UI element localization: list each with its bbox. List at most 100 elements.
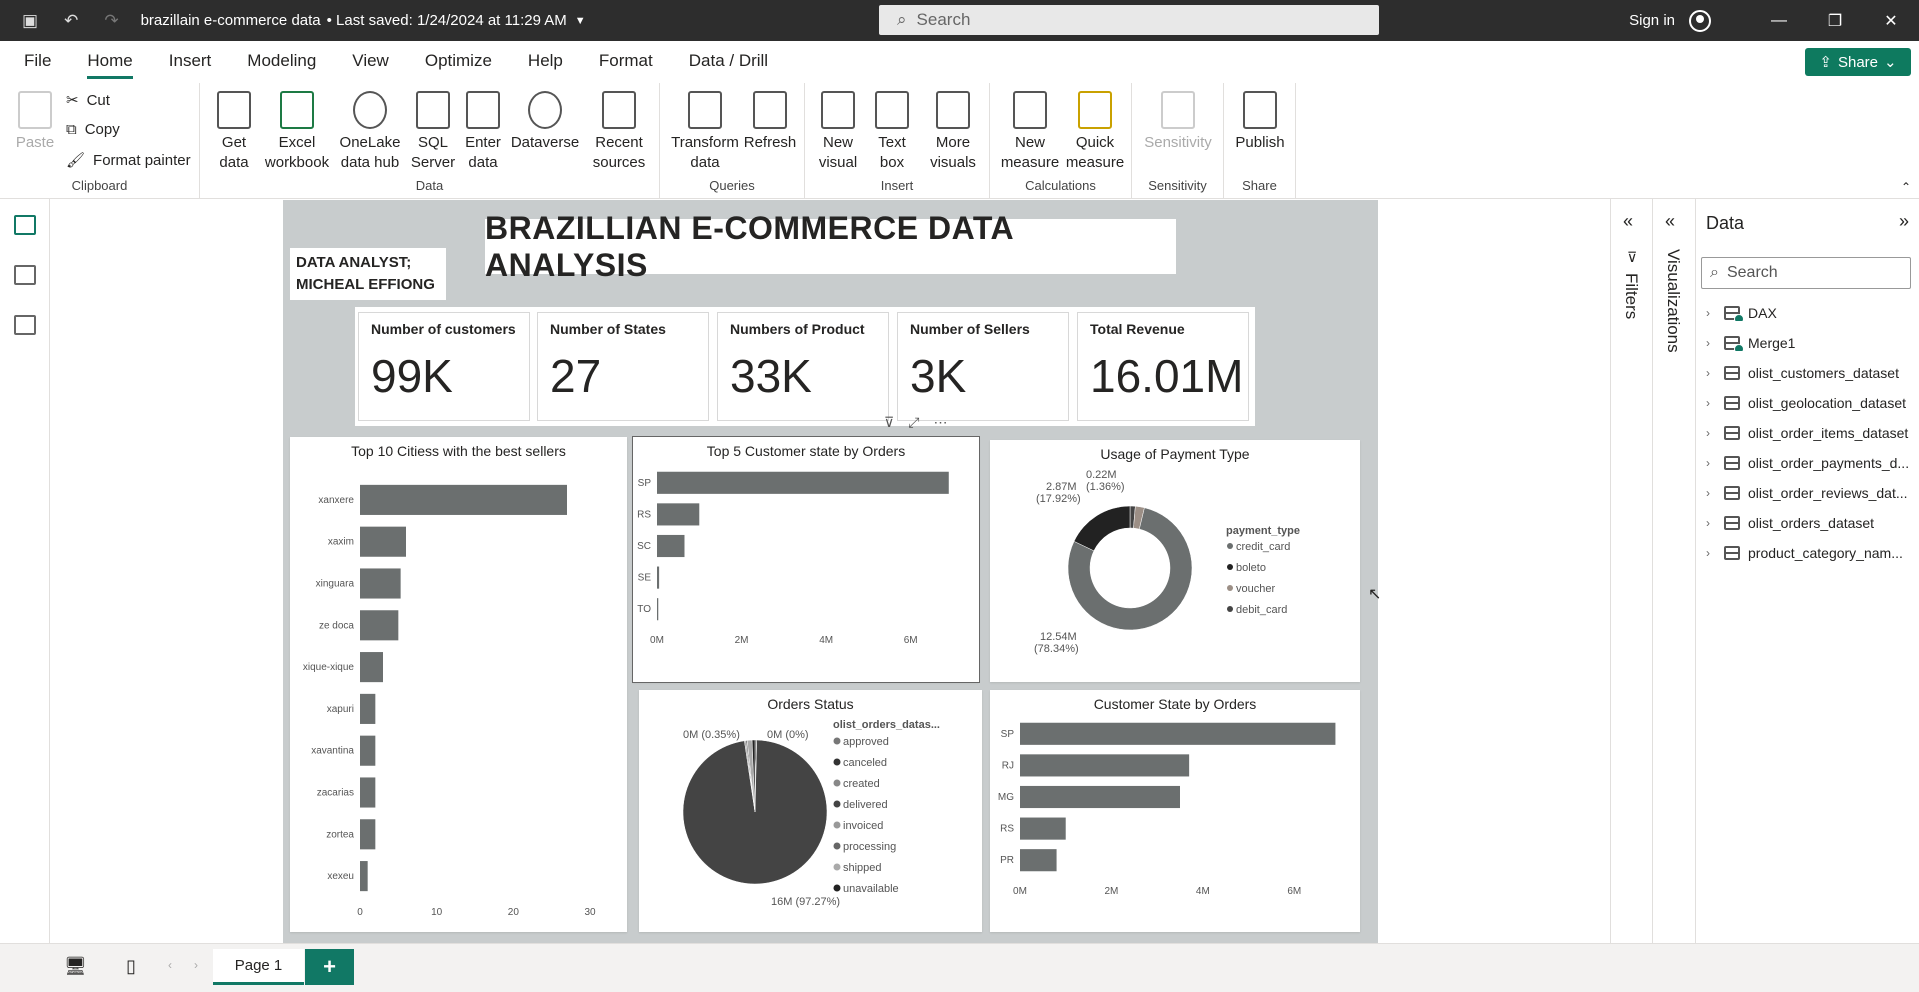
calculator-icon xyxy=(1013,91,1047,129)
category-label: MG xyxy=(998,792,1014,803)
bar xyxy=(360,777,376,808)
format-painter-button[interactable]: 🖌 Format painter xyxy=(66,151,191,170)
chart-svg: payment_type credit_cardboleto voucher debi… xyxy=(1034,469,1300,655)
minimize-icon[interactable]: — xyxy=(1751,12,1807,30)
model-view-icon[interactable] xyxy=(14,315,36,335)
table-view-icon[interactable] xyxy=(14,265,36,285)
mobile-layout-icon[interactable]: ▯ xyxy=(126,956,136,977)
more-visuals-icon xyxy=(936,91,970,129)
sql-icon xyxy=(416,91,450,129)
sensitivity-button[interactable]: Sensitivity xyxy=(1140,91,1216,153)
menu-format[interactable]: Format xyxy=(581,41,671,81)
chart-svg: SP RS SC SE TO 0M 2M 4M 6M xyxy=(637,471,949,646)
prev-page-icon[interactable]: ‹ xyxy=(168,958,172,972)
transform-data-button[interactable]: Transform data xyxy=(670,91,740,173)
kpi-card-states[interactable]: Number of States 27 xyxy=(537,312,709,421)
avatar-icon[interactable] xyxy=(1689,9,1711,32)
report-view-icon[interactable] xyxy=(14,215,36,235)
kpi-card-products[interactable]: Numbers of Product 33K xyxy=(717,312,889,421)
restore-icon[interactable]: ❐ xyxy=(1807,11,1863,31)
field-item[interactable]: › olist_geolocation_dataset xyxy=(1706,395,1916,411)
field-item[interactable]: › olist_order_reviews_dat... xyxy=(1706,485,1916,501)
copy-button[interactable]: ⧉ Copy xyxy=(66,121,120,138)
publish-label: Publish xyxy=(1235,134,1285,151)
field-item[interactable]: › olist_order_payments_d... xyxy=(1706,455,1916,471)
menu-modeling[interactable]: Modeling xyxy=(229,41,334,81)
enter-data-button[interactable]: Enter data xyxy=(458,91,508,173)
close-icon[interactable]: ✕ xyxy=(1863,11,1919,31)
redo-icon[interactable]: ↷ xyxy=(104,12,118,29)
undo-icon[interactable]: ↶ xyxy=(64,12,78,29)
data-search-input[interactable]: ⌕ Search xyxy=(1701,257,1911,289)
chart-top-cities[interactable]: Top 10 Citiess with the best sellers xan… xyxy=(290,437,627,932)
group-label: Calculations xyxy=(1025,178,1096,193)
legend-label: unavailable xyxy=(843,883,899,895)
category-label: SE xyxy=(638,573,652,584)
expand-filters-icon[interactable]: « xyxy=(1623,211,1633,232)
publish-button[interactable]: Publish xyxy=(1232,91,1288,153)
sensitivity-label: Sensitivity xyxy=(1144,134,1212,151)
kpi-value: 99K xyxy=(371,350,453,402)
kpi-card-customers[interactable]: Number of customers 99K xyxy=(358,312,530,421)
filters-pane[interactable]: « ⊽ Filters xyxy=(1610,199,1652,943)
expand-visualizations-icon[interactable]: « xyxy=(1665,211,1675,232)
analyst-line-1: DATA ANALYST; xyxy=(296,254,412,271)
sql-server-button[interactable]: SQL Server xyxy=(408,91,458,173)
filter-icon[interactable]: ⊽ xyxy=(884,414,894,431)
visualizations-pane[interactable]: « Visualizations xyxy=(1652,199,1695,943)
field-item[interactable]: › product_category_nam... xyxy=(1706,545,1916,561)
refresh-button[interactable]: Refresh xyxy=(740,91,800,153)
collapse-ribbon-icon[interactable]: ⌃ xyxy=(1901,180,1911,194)
chart-customer-state[interactable]: Customer State by Orders SP RJ MG RS PR 0M 2M 4… xyxy=(990,690,1360,932)
onelake-button[interactable]: OneLake data hub xyxy=(334,91,406,173)
new-visual-button[interactable]: New visual xyxy=(813,91,863,173)
sign-in-link[interactable]: Sign in xyxy=(1629,12,1675,29)
page-tab[interactable]: Page 1 xyxy=(213,949,304,985)
chart-orders-status[interactable]: Orders Status olist_orders_datas... appro… xyxy=(639,690,982,932)
chart-top5-states[interactable]: Top 5 Customer state by Orders SP RS SC SE T… xyxy=(632,436,980,683)
paste-button[interactable]: Paste xyxy=(12,91,58,153)
menu-view[interactable]: View xyxy=(334,41,407,81)
menu-help[interactable]: Help xyxy=(510,41,581,81)
legend-label: invoiced xyxy=(843,820,883,832)
copy-label: Copy xyxy=(84,121,120,138)
kpi-label: Number of States xyxy=(550,321,666,337)
quick-measure-button[interactable]: Quick measure xyxy=(1062,91,1128,173)
desktop-layout-icon[interactable]: 🖥 xyxy=(64,956,87,977)
collapse-data-pane-icon[interactable]: » xyxy=(1899,211,1909,232)
kpi-label: Number of customers xyxy=(371,321,516,337)
menu-data-drill[interactable]: Data / Drill xyxy=(671,41,786,81)
new-measure-button[interactable]: New measure xyxy=(998,91,1062,173)
chart-title: Top 5 Customer state by Orders xyxy=(706,443,906,459)
next-page-icon[interactable]: › xyxy=(194,958,198,972)
field-item[interactable]: › olist_orders_dataset xyxy=(1706,515,1916,531)
search-input[interactable]: ⌕ Search xyxy=(879,5,1379,35)
field-item[interactable]: › Merge1 xyxy=(1706,335,1916,351)
menu-insert[interactable]: Insert xyxy=(151,41,230,81)
field-item[interactable]: › olist_customers_dataset xyxy=(1706,365,1916,381)
chart-payment-type[interactable]: Usage of Payment Type payment_type credit… xyxy=(990,440,1360,682)
cut-button[interactable]: ✂ Cut xyxy=(66,91,110,110)
get-data-button[interactable]: Get data xyxy=(212,91,256,173)
dataverse-button[interactable]: Dataverse xyxy=(510,91,580,153)
excel-workbook-button[interactable]: Excel workbook xyxy=(262,91,332,173)
text-box-button[interactable]: Text box xyxy=(867,91,917,173)
data-pane: Data » ⌕ Search › DAX › Merge1 › olist_cust… xyxy=(1695,199,1919,943)
menu-home[interactable]: Home xyxy=(69,41,150,81)
more-options-icon[interactable]: ⋯ xyxy=(933,414,947,431)
add-page-button[interactable]: + xyxy=(305,949,354,985)
more-visuals-button[interactable]: More visuals xyxy=(921,91,985,173)
bar xyxy=(1020,817,1066,840)
menu-optimize[interactable]: Optimize xyxy=(407,41,510,81)
field-item[interactable]: › DAX xyxy=(1706,305,1916,321)
share-button[interactable]: ⇪ Share ⌄ xyxy=(1805,48,1911,76)
menu-file[interactable]: File xyxy=(0,41,69,81)
kpi-card-revenue[interactable]: Total Revenue 16.01M xyxy=(1077,312,1249,421)
field-item[interactable]: › olist_order_items_dataset xyxy=(1706,425,1916,441)
save-icon[interactable]: ▣ xyxy=(22,12,38,29)
focus-mode-icon[interactable]: ⤢ xyxy=(908,414,919,431)
kpi-card-sellers[interactable]: Number of Sellers 3K xyxy=(897,312,1069,421)
recent-sources-button[interactable]: Recent sources xyxy=(584,91,654,173)
bar xyxy=(360,484,567,515)
chevron-down-icon[interactable]: ▼ xyxy=(575,15,586,27)
